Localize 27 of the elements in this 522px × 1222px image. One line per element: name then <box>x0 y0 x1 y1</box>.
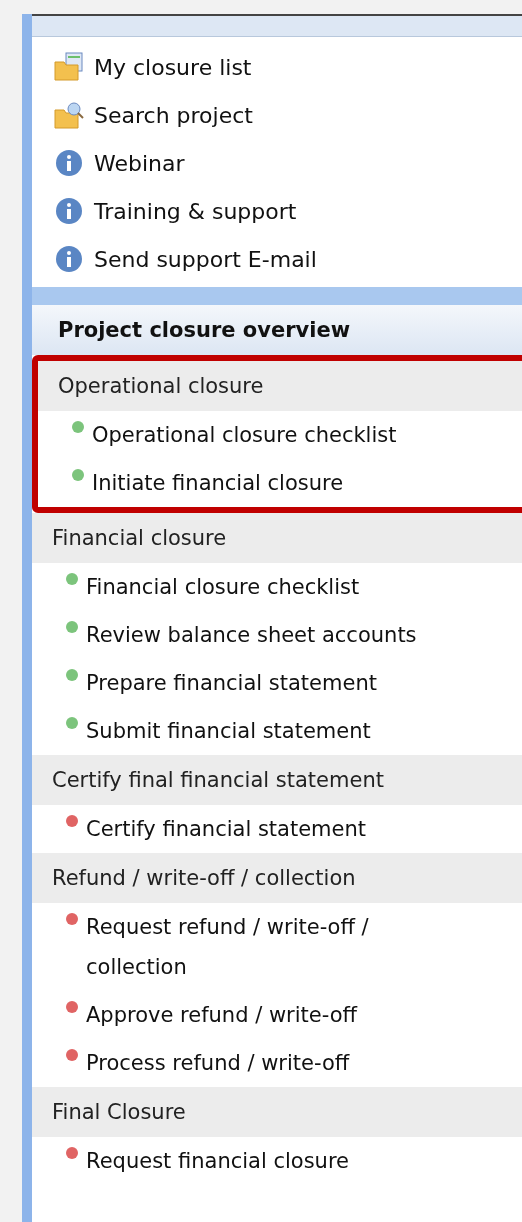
section-header: Certify final financial statement <box>32 755 522 805</box>
task-link[interactable]: Operational closure checklist <box>38 411 522 459</box>
section-header: Refund / write-off / collection <box>32 853 522 903</box>
link[interactable]: Send support E-mail <box>54 235 522 283</box>
link[interactable]: Search project <box>54 91 522 139</box>
info-icon <box>54 196 84 226</box>
task-link[interactable]: Request refund / write-off / collection <box>32 903 522 991</box>
info-icon <box>54 148 84 178</box>
task-link[interactable]: Submit financial statement <box>32 707 522 755</box>
link[interactable]: Training & support <box>54 187 522 235</box>
info-icon <box>54 244 84 274</box>
link[interactable]: My closure list <box>54 43 522 91</box>
task-link[interactable]: Request financial closure <box>32 1137 522 1185</box>
task-link[interactable]: Approve refund / write-off <box>32 991 522 1039</box>
task-link[interactable]: Initiate financial closure <box>38 459 522 507</box>
link[interactable]: Webinar <box>54 139 522 187</box>
folder-search-icon <box>54 100 84 130</box>
task-link[interactable]: Prepare financial statement <box>32 659 522 707</box>
section-header: Financial closure <box>32 513 522 563</box>
task-link[interactable]: Certify financial statement <box>32 805 522 853</box>
task-link[interactable]: Review balance sheet accounts <box>32 611 522 659</box>
section-header: Final Closure <box>32 1087 522 1137</box>
task-link[interactable]: Process refund / write-off <box>32 1039 522 1087</box>
folder-list-icon <box>54 52 84 82</box>
section-header: Operational closure <box>38 361 522 411</box>
task-link[interactable]: Financial closure checklist <box>32 563 522 611</box>
panel-title: Project closure overview <box>32 305 522 355</box>
